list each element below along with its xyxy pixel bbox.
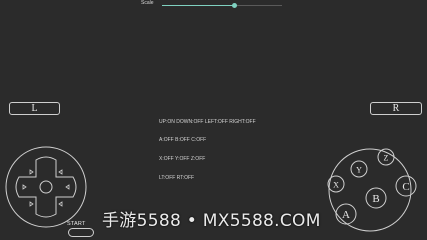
start-label: START <box>67 221 86 227</box>
z-button-label: Z <box>384 154 389 163</box>
dpad-center <box>39 180 53 194</box>
start-button[interactable] <box>68 228 94 237</box>
dpad-down[interactable] <box>36 197 56 214</box>
b-button[interactable]: B <box>365 187 387 209</box>
c-button-label: C <box>402 181 409 193</box>
arrow-down-left-icon <box>29 201 34 207</box>
dpad: X Y Z A B C <box>5 146 417 232</box>
arrow-up-left-icon <box>29 169 34 175</box>
dpad-up[interactable] <box>36 160 56 177</box>
arrow-up-right-icon <box>58 169 63 175</box>
watermark: 手游5588 • MX5588.COM <box>102 211 321 231</box>
b-button-label: B <box>372 193 379 205</box>
y-button[interactable]: Y <box>350 160 368 178</box>
c-button[interactable]: C <box>395 175 417 197</box>
arrow-down-right-icon <box>58 201 63 207</box>
x-button-label: X <box>333 181 339 190</box>
a-button-label: A <box>342 209 350 221</box>
z-button[interactable]: Z <box>377 148 395 166</box>
x-button[interactable]: X <box>327 175 345 193</box>
a-button[interactable]: A <box>335 203 357 225</box>
y-button-label: Y <box>356 166 362 175</box>
